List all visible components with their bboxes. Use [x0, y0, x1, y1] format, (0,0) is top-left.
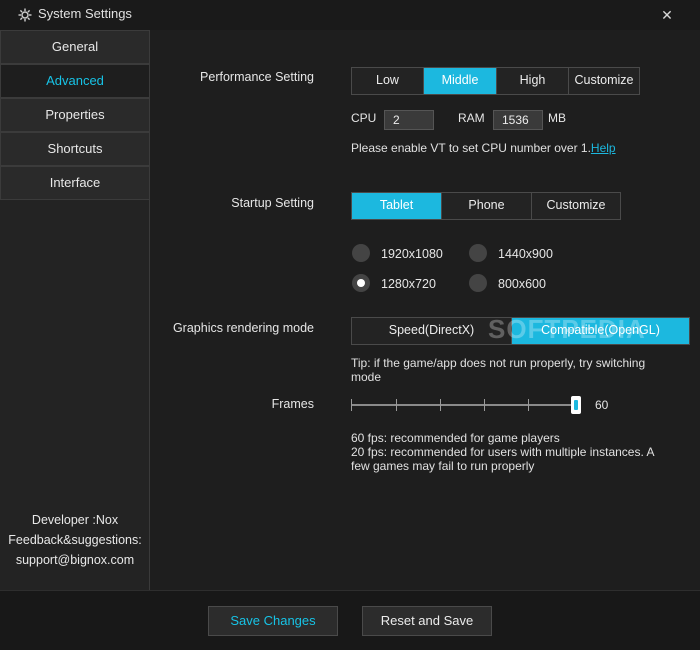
cpu-label: CPU — [351, 111, 377, 125]
performance-customize-button[interactable]: Customize — [569, 68, 639, 94]
sidebar-item-advanced[interactable]: Advanced — [0, 64, 150, 98]
help-link[interactable]: Help — [591, 141, 616, 155]
performance-high-button[interactable]: High — [497, 68, 569, 94]
resolution-800x600-label: 800x600 — [498, 277, 546, 291]
graphics-options: Speed(DirectX) Compatible(OpenGL) — [351, 317, 690, 345]
performance-options: Low Middle High Customize — [351, 67, 640, 95]
support-email: support@bignox.com — [15, 553, 135, 567]
ram-label: RAM — [458, 111, 485, 125]
frames-slider-track[interactable] — [351, 404, 577, 406]
sidebar: General Advanced Properties Shortcuts In… — [0, 30, 150, 590]
resolution-800x600-radio[interactable] — [469, 274, 487, 292]
frames-value: 60 — [595, 398, 609, 412]
startup-customize-button[interactable]: Customize — [532, 193, 620, 219]
reset-and-save-button[interactable]: Reset and Save — [362, 606, 492, 636]
graphics-tip: Tip: if the game/app does not run proper… — [351, 356, 645, 384]
gear-icon — [18, 8, 32, 22]
frames-label: Frames — [271, 397, 314, 411]
developer-info: Developer :Nox Feedback&suggestions: sup… — [0, 510, 150, 570]
graphics-tip-line1: Tip: if the game/app does not run proper… — [351, 356, 646, 370]
sidebar-item-properties[interactable]: Properties — [0, 98, 150, 132]
frames-slider-tick — [440, 399, 441, 411]
startup-phone-button[interactable]: Phone — [442, 193, 532, 219]
frames-slider-tick — [396, 399, 397, 411]
performance-low-button[interactable]: Low — [352, 68, 424, 94]
resolution-1920x1080-label: 1920x1080 — [381, 247, 443, 261]
resolution-1280x720-label: 1280x720 — [381, 277, 436, 291]
title-bar: System Settings ✕ — [0, 0, 700, 30]
startup-tablet-button[interactable]: Tablet — [352, 193, 442, 219]
graphics-tip-line2: mode — [351, 370, 382, 384]
frames-note-line1: 60 fps: recommended for game players — [351, 431, 560, 445]
resolution-1920x1080-radio[interactable] — [352, 244, 370, 262]
resolution-1440x900-label: 1440x900 — [498, 247, 553, 261]
developer-label: Developer :Nox — [31, 513, 119, 527]
performance-setting-label: Performance Setting — [200, 70, 314, 84]
frames-note-line3: few games may fail to run properly — [351, 459, 535, 473]
startup-options: Tablet Phone Customize — [351, 192, 621, 220]
frames-note: 60 fps: recommended for game players 20 … — [351, 431, 654, 473]
vt-note-text: Please enable VT to set CPU number over … — [351, 141, 591, 155]
graphics-mode-label: Graphics rendering mode — [172, 321, 314, 335]
vt-note: Please enable VT to set CPU number over … — [351, 141, 616, 155]
save-changes-button[interactable]: Save Changes — [208, 606, 338, 636]
ram-unit: MB — [548, 111, 566, 125]
resolution-1440x900-radio[interactable] — [469, 244, 487, 262]
graphics-directx-button[interactable]: Speed(DirectX) — [352, 318, 512, 344]
sidebar-item-general[interactable]: General — [0, 30, 150, 64]
frames-slider-tick — [351, 399, 352, 411]
cpu-input[interactable]: 2 — [384, 110, 434, 130]
footer: Save Changes Reset and Save — [0, 590, 700, 650]
startup-setting-label: Startup Setting — [231, 196, 314, 210]
main-panel: Performance Setting Low Middle High Cust… — [150, 30, 700, 590]
resolution-1280x720-radio[interactable] — [352, 274, 370, 292]
feedback-label: Feedback&suggestions: — [8, 533, 142, 547]
frames-note-line2: 20 fps: recommended for users with multi… — [351, 445, 655, 459]
frames-slider-thumb[interactable] — [571, 396, 581, 414]
frames-slider-tick — [484, 399, 485, 411]
sidebar-item-shortcuts[interactable]: Shortcuts — [0, 132, 150, 166]
window-title: System Settings — [38, 6, 132, 21]
frames-slider-tick — [528, 399, 529, 411]
ram-input[interactable]: 1536 — [493, 110, 543, 130]
performance-middle-button[interactable]: Middle — [424, 68, 497, 94]
close-icon: ✕ — [661, 7, 673, 23]
sidebar-item-interface[interactable]: Interface — [0, 166, 150, 200]
close-button[interactable]: ✕ — [656, 4, 678, 26]
graphics-opengl-button[interactable]: Compatible(OpenGL) — [512, 318, 689, 344]
